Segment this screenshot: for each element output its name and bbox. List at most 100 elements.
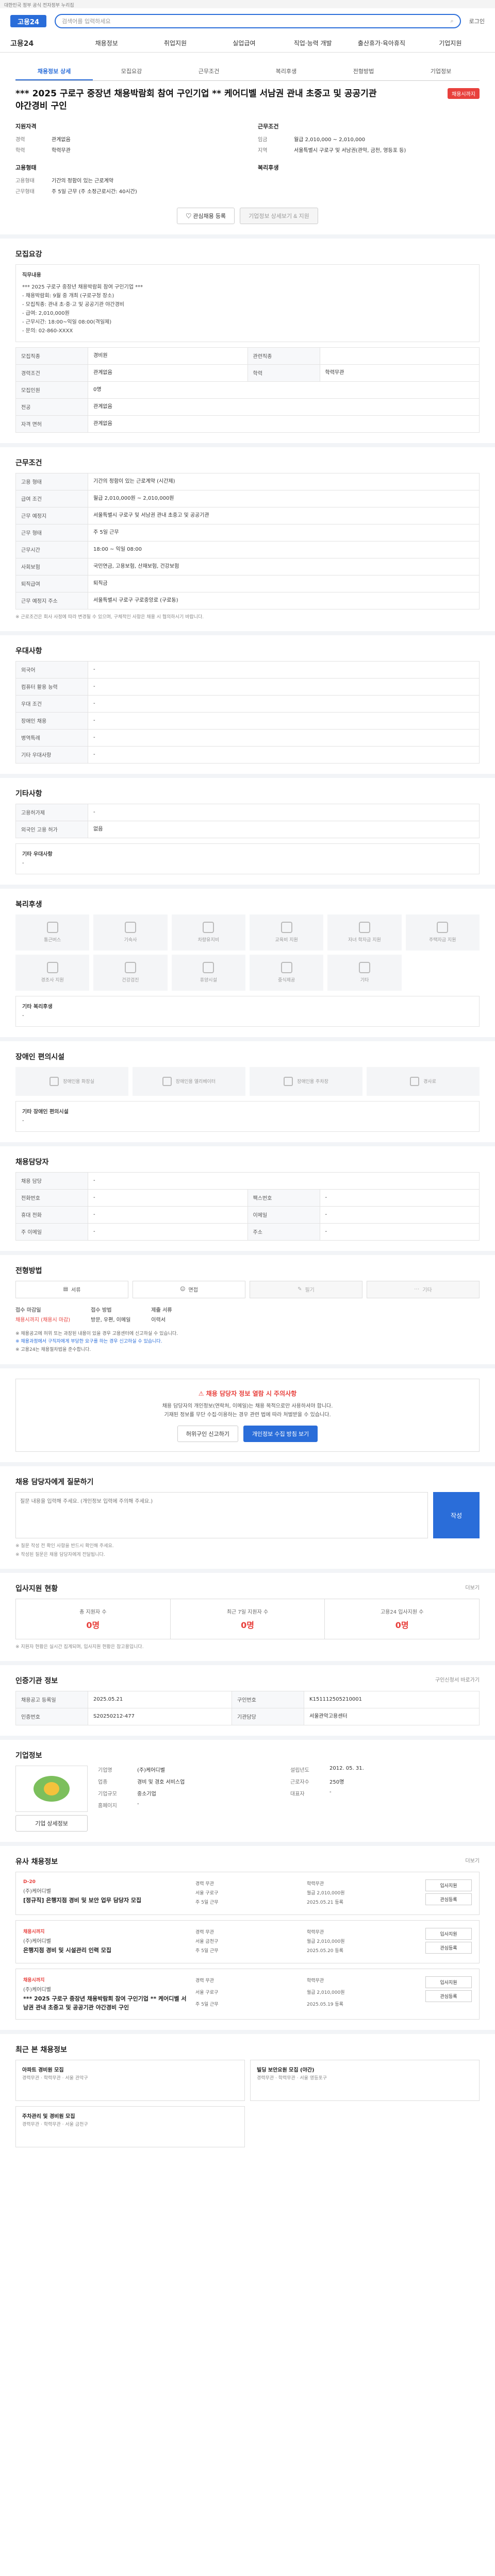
section-title-text: 입사지원 현황 [15,1585,58,1594]
summary-heading: 지원자격 [15,123,37,130]
tab-company[interactable]: 기업정보 [402,63,480,80]
disability-item: 장애인용 화장실 [15,1066,128,1096]
interest-button[interactable]: 관심등록 [425,1942,472,1954]
table-value: - [319,1223,480,1241]
viewed-meta: 경력무관 · 학력무관 · 서울 관악구 [22,2076,88,2081]
stats-section: 입사지원 현황 더보기 총 지원자 수 0명 최근 7일 지원자 수 0명 고용24… [0,1573,495,1666]
list-item[interactable]: D-20 (주)케어디벨 [정규직] 은행지점 경비 및 보안 업무 담당자 모… [15,1872,480,1916]
viewed-card[interactable]: 아파트 경비원 모집 경력무관 · 학력무관 · 서울 관악구 [15,2060,245,2102]
interest-button[interactable]: 관심등록 [425,1893,472,1906]
table-row: 외국어 - [15,660,480,679]
section-title: 장애인 편의시설 [15,1052,480,1062]
table-value: - [88,1223,248,1241]
viewed-title[interactable]: 주차관리 및 경비원 모집 [22,2113,238,2121]
viewed-card[interactable]: 빌딩 보안요원 모집 (야간) 경력무관 · 학력무관 · 서울 영등포구 [250,2060,480,2102]
table-row: 근무 예정지 서울특별시 구로구 및 서남권 관내 초중고 및 공공기관 [15,506,480,524]
table-value: - [88,1206,248,1224]
list-item-title[interactable]: [정규직] 은행지점 경비 및 보안 업무 담당자 모집 [23,1896,188,1905]
resort-icon [203,962,214,974]
section-title-text: 기타사항 [15,789,42,798]
toilet-icon [50,1076,59,1086]
gnb-item[interactable]: 직업·능력 개발 [278,39,347,47]
gnb-item[interactable]: 취업지원 [141,39,209,47]
kv-value: 학력무관 [52,147,71,154]
interest-button[interactable]: ♡ 관심채용 등록 [177,207,235,224]
section-title: 입사지원 현황 더보기 [15,1583,480,1594]
table-row: 근무 예정지 주소 서울특별시 구로구 구로중앙로 (구로동) [15,591,480,609]
company-value: (주)케어디벨 [137,1768,165,1774]
table-value: 0명 [88,381,480,399]
login-link[interactable]: 로그인 [469,17,485,25]
list-item-company: (주)케어디벨 [23,1987,51,1993]
other-etc-label: 기타 우대사항 [22,851,53,857]
gnb-item[interactable]: 채용정보 [72,39,141,47]
apply-button[interactable]: 기업정보 상세보기 & 지원 [240,207,318,224]
viewed-card[interactable]: 주차관리 및 경비원 모집 경력무관 · 학력무관 · 서울 금천구 [15,2106,245,2148]
table-row: 경력조건 관계없음 학력 학력무관 [15,364,480,382]
tab-detail[interactable]: 채용정보 상세 [15,63,93,80]
gnb-item[interactable]: 기업지원 [416,39,485,47]
apply-button[interactable]: 입사지원 [425,1928,472,1940]
reg-more-link[interactable]: 구인신청서 바로가기 [435,1675,480,1686]
question-input[interactable] [15,1492,428,1539]
gift-icon [46,962,58,974]
section-title: 유사 채용정보 더보기 [15,1856,480,1867]
list-item-meta: 경력 무관 학력무관 서울 구로구 월급 2,010,000원 주 5일 근무 202… [195,1879,418,1907]
section-title: 전형방법 [15,1265,480,1276]
viewed-list: 아파트 경비원 모집 경력무관 · 학력무관 · 서울 관악구 빌딩 보안요원 모… [15,2060,480,2148]
company-section: 기업정보 기업 상세정보 기업명 (주)케어디벨 설립년도 2012. 05. 31… [0,1740,495,1846]
table-key: 모집직종 [15,347,88,365]
question-submit-button[interactable]: 작성 [433,1492,480,1539]
stats-note: ※ 지원자 현황은 실시간 집계되며, 입사지원 현황은 참고용입니다. [15,1645,144,1650]
kv-value: 서울특별시 구로구 및 서남권(관악, 금천, 영등포 등) [294,147,406,154]
list-item-title[interactable]: 은행지점 경비 및 시설관리 인력 모집 [23,1946,188,1955]
job-title: *** 2025 구로구 중장년 채용박람회 참여 구인기업 ** 케어디벨 서… [15,89,377,111]
table-value: - [88,1172,480,1190]
table-row: 급여 조건 월급 2,010,000원 ~ 2,010,000원 [15,489,480,507]
privacy-button[interactable]: 개인정보 수집 방침 보기 [243,1426,318,1443]
meta-value: 주 5일 근무 [195,2002,219,2008]
selection-warnings: ※ 채용공고에 허위 또는 과장된 내용이 있을 경우 고용센터에 신고하실 수… [15,1330,480,1354]
list-item[interactable]: 채용시까지 (주)케어디벨 은행지점 경비 및 시설관리 인력 모집 경력 무관… [15,1920,480,1964]
stat-number: 0명 [395,1620,409,1631]
tab-recruit[interactable]: 모집요강 [93,63,170,80]
welfare-label: 자녀 학자금 지원 [348,938,381,943]
tab-condition[interactable]: 근무조건 [170,63,248,80]
report-button[interactable]: 허위구인 신고하기 [177,1426,238,1443]
section-title: 채용담당자 [15,1157,480,1167]
gnb-item[interactable]: 실업급여 [210,39,278,47]
meta-value: 서울 구로구 [195,1891,219,1896]
meta-value: 월급 2,010,000원 [307,1990,345,1996]
interest-button[interactable]: 관심등록 [425,1990,472,2003]
tab-selection[interactable]: 전형방법 [325,63,402,80]
report-box: ⚠ 채용 담당자 정보 열람 시 주의사항 채용 담당자의 개인정보(연락처, … [15,1378,480,1452]
gnb-home[interactable]: 고용24 [10,38,72,48]
similar-more-link[interactable]: 더보기 [465,1856,480,1867]
company-detail-button[interactable]: 기업 상세정보 [15,1815,88,1832]
etc-icon: ⋯ [414,1286,420,1293]
stat-number: 0명 [86,1620,100,1631]
apply-button[interactable]: 입사지원 [425,1976,472,1989]
summary-heading: 고용형태 [15,164,37,171]
table-row: 휴대 전화 - 이메일 - [15,1206,480,1224]
apply-button[interactable]: 입사지원 [425,1879,472,1892]
gnb-item[interactable]: 출산휴가·육아휴직 [347,39,416,47]
section-title-text: 기업정보 [15,1752,42,1760]
stat-item: 최근 7일 지원자 수 0명 [171,1599,325,1639]
company-value: 중소기업 [137,1791,156,1798]
list-item[interactable]: 채용시까지 (주)케어디벨 *** 2025 구로구 중장년 채용박람회 참여 … [15,1969,480,2020]
welfare-label: 기숙사 [124,938,137,943]
tab-welfare[interactable]: 복리후생 [248,63,325,80]
elevator-icon [162,1076,172,1086]
viewed-title[interactable]: 아파트 경비원 모집 [22,2066,238,2075]
search-icon[interactable]: ⌕ [450,18,453,25]
site-logo[interactable]: 고용24 [10,15,46,27]
stats-more-link[interactable]: 더보기 [465,1583,480,1594]
table-value: 없음 [88,820,480,838]
search-input[interactable]: 검색어를 입력하세요 ⌕ [55,14,461,28]
preference-table: 외국어 - 컴퓨터 활용 능력 - 우대 조건 - 장애인 채용 - 병역특례 - 기타 … [15,660,480,764]
list-item-title[interactable]: *** 2025 구로구 중장년 채용박람회 참여 구인기업 ** 케어디벨 서… [23,1995,188,2012]
viewed-title[interactable]: 빌딩 보안요원 모집 (야간) [257,2066,473,2075]
table-row: 모집인원 0명 [15,381,480,399]
section-title: 모집요강 [15,249,480,259]
